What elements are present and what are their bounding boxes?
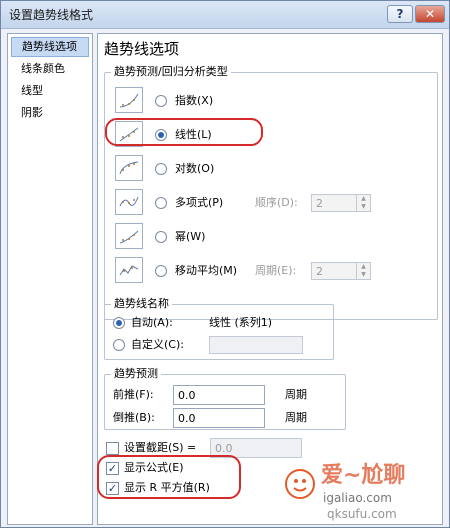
logarithmic-label: 对数(O) [175,162,215,175]
spinner-arrows-icon[interactable]: ▲ ▼ [356,195,370,211]
forward-unit: 周期 [285,388,307,401]
forward-value: 0.0 [178,389,196,402]
moving-average-icon-button[interactable] [115,257,143,283]
trendline-name-group: 趋势线名称 自动(A): 线性 (系列1) 自定义(C): [104,297,334,360]
spinner-arrows-icon[interactable]: ▲ ▼ [356,263,370,279]
order-label: 顺序(D): [255,196,298,209]
watermark: 爱~尬聊 igaliao.com qksufu.com [283,459,443,525]
polynomial-icon-button[interactable] [115,189,143,215]
moving-average-label: 移动平均(M) [175,264,238,277]
linear-highlight [105,118,263,146]
nav-item-trendline-options[interactable]: 趋势线选项 [11,37,89,57]
period-value: 2 [316,265,323,278]
order-spinner[interactable]: 2 ▲ ▼ [311,194,371,212]
auto-name-label: 自动(A): [131,316,173,329]
set-intercept-checkbox[interactable] [106,442,119,455]
auto-name-radio[interactable] [113,317,125,329]
close-icon: ✕ [424,7,436,21]
moving-average-icon [119,265,139,276]
exponential-curve-icon [119,93,139,108]
exponential-label: 指数(X) [175,94,214,107]
set-intercept-label: 设置截距(S) = [124,441,197,454]
backward-label: 倒推(B): [113,411,155,424]
nav-item-line-style[interactable]: 线型 [11,81,89,101]
format-trendline-dialog: 设置趋势线格式 ? ✕ 趋势线选项 线条颜色 线型 阴影 趋势线选项 趋势预测/… [0,0,450,528]
panel-heading: 趋势线选项 [104,40,180,58]
intercept-value: 0.0 [215,442,233,455]
period-label: 周期(E): [255,264,297,277]
category-list: 趋势线选项 线条颜色 线型 阴影 [7,33,93,525]
polynomial-label: 多项式(P) [175,196,224,209]
moving-average-radio[interactable] [155,265,167,277]
polynomial-radio[interactable] [155,197,167,209]
power-icon-button[interactable] [115,223,143,249]
title-bar[interactable]: 设置趋势线格式 ? ✕ [1,1,449,29]
power-curve-icon [119,230,139,244]
period-spinner[interactable]: 2 ▲ ▼ [311,262,371,280]
help-icon: ? [396,7,404,21]
logarithmic-curve-icon [119,161,139,175]
polynomial-curve-icon [119,196,139,207]
watermark-logo-icon [285,469,315,499]
dialog-title: 设置趋势线格式 [9,8,94,22]
exponential-radio[interactable] [155,95,167,107]
watermark-brand: 爱~尬聊 [321,463,406,488]
forward-label: 前推(F): [113,388,154,401]
auto-name-value: 线性 (系列1) [209,316,273,329]
nav-item-line-color[interactable]: 线条颜色 [11,59,89,79]
help-button[interactable]: ? [387,5,413,23]
watermark-site: igaliao.com [323,491,392,505]
forecast-group: 趋势预测 前推(F): 0.0 周期 倒推(B): 0.0 周期 [104,367,346,430]
custom-name-input[interactable] [209,336,303,354]
power-label: 幂(W) [175,230,206,243]
custom-name-label: 自定义(C): [131,338,184,351]
backward-input[interactable]: 0.0 [173,408,265,428]
backward-value: 0.0 [178,412,196,425]
trendline-name-label: 趋势线名称 [111,297,172,311]
logarithmic-radio[interactable] [155,163,167,175]
exponential-icon-button[interactable] [115,87,143,113]
custom-name-radio[interactable] [113,339,125,351]
backward-unit: 周期 [285,411,307,424]
regression-type-group: 趋势预测/回归分析类型 指数(X) 线性(L) 对数(O) 多项式(P) 顺序(… [104,65,438,320]
watermark-site-secondary: qksufu.com [327,507,397,521]
regression-type-label: 趋势预测/回归分析类型 [111,65,231,79]
power-radio[interactable] [155,231,167,243]
forward-input[interactable]: 0.0 [173,385,265,405]
logarithmic-icon-button[interactable] [115,155,143,181]
forecast-label: 趋势预测 [111,367,161,381]
options-panel: 趋势线选项 趋势预测/回归分析类型 指数(X) 线性(L) 对数(O) 多项式( [97,33,443,525]
nav-item-shadow[interactable]: 阴影 [11,103,89,123]
order-value: 2 [316,197,323,210]
close-button[interactable]: ✕ [415,5,445,23]
display-options-highlight [97,455,241,499]
